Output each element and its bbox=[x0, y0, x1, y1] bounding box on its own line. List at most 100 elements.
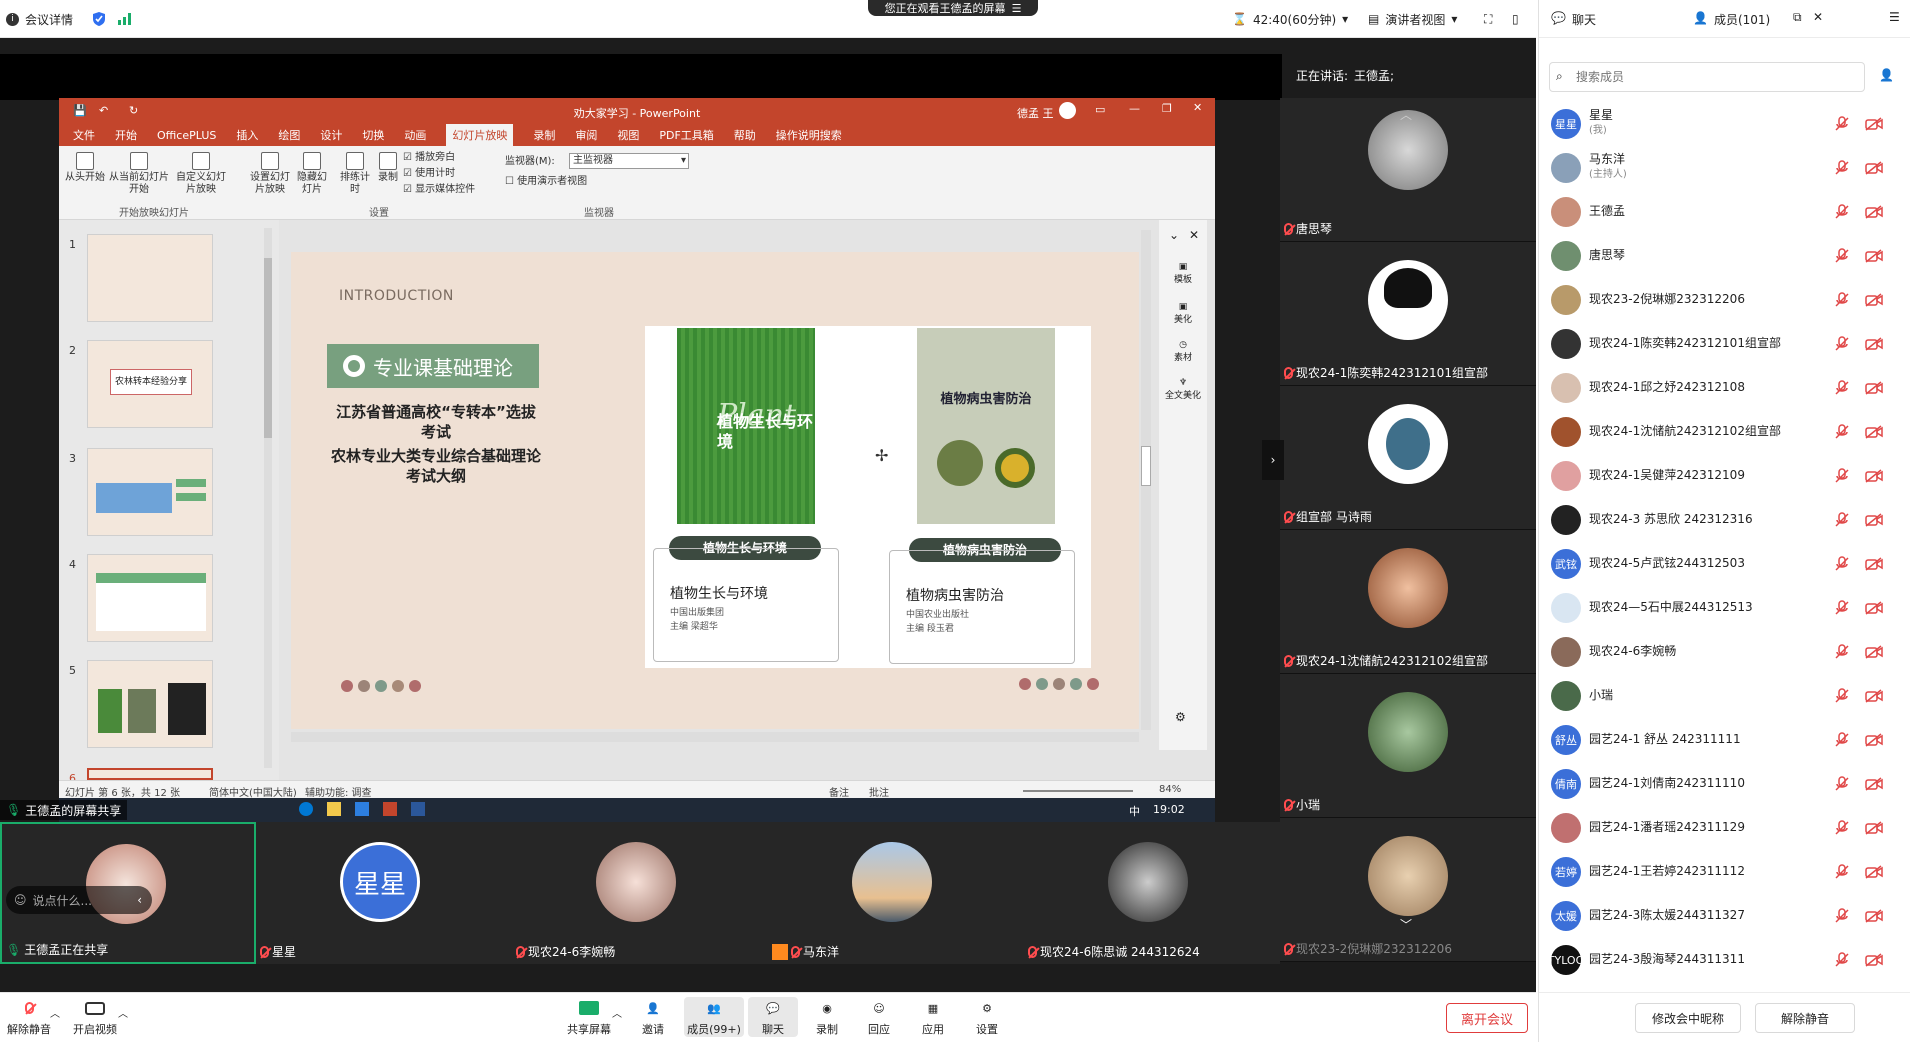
slide-thumbnail-2[interactable]: 农林转本经验分享 bbox=[87, 340, 213, 428]
chat-input[interactable]: ☺ 说点什么... ‹ bbox=[6, 886, 152, 914]
record-button[interactable]: ◉ 录制 bbox=[802, 997, 852, 1037]
mic-off-icon[interactable] bbox=[1835, 776, 1849, 792]
mic-off-icon[interactable] bbox=[1835, 732, 1849, 748]
video-tile[interactable]: 现农24-6陈思诚 244312624 bbox=[1024, 822, 1280, 964]
mic-off-icon[interactable] bbox=[1835, 380, 1849, 396]
slide-thumbnail-5[interactable] bbox=[87, 660, 213, 748]
video-tile[interactable]: 组宣部 马诗雨 bbox=[1280, 386, 1536, 530]
member-row[interactable]: 现农24-1沈储航242312102组宣部 bbox=[1539, 410, 1910, 454]
mic-off-icon[interactable] bbox=[1835, 908, 1849, 924]
member-row[interactable]: 唐思琴 bbox=[1539, 234, 1910, 278]
cb-media[interactable]: ☑ 显示媒体控件 bbox=[403, 184, 475, 196]
camera-off-icon[interactable] bbox=[1865, 953, 1883, 967]
video-tile[interactable]: 现农24-1沈储航242312102组宣部 bbox=[1280, 530, 1536, 674]
zoom-level[interactable]: 84% bbox=[1159, 784, 1181, 795]
camera-off-icon[interactable] bbox=[1865, 777, 1883, 791]
mic-off-icon[interactable] bbox=[1835, 292, 1849, 308]
unmute-button[interactable]: 解除静音 bbox=[4, 997, 54, 1037]
chevron-right-icon[interactable]: › bbox=[1262, 440, 1284, 480]
member-row[interactable]: 马东洋 (主持人) bbox=[1539, 146, 1910, 190]
slide-thumbnail-4[interactable] bbox=[87, 554, 213, 642]
member-row[interactable]: 太媛 园艺24-3陈太媛244311327 bbox=[1539, 894, 1910, 938]
member-search[interactable]: ⌕ bbox=[1549, 62, 1865, 92]
language[interactable]: 简体中文(中国大陆) bbox=[209, 784, 297, 799]
tab-slideshow[interactable]: 幻灯片放映 bbox=[446, 124, 514, 146]
scrollbar-thumb[interactable] bbox=[1141, 446, 1151, 486]
member-row[interactable]: 现农24-1陈奕韩242312101组宣部 bbox=[1539, 322, 1910, 366]
cb-presenter-view[interactable]: ☐ 使用演示者视图 bbox=[505, 176, 587, 188]
mic-off-icon[interactable] bbox=[1835, 644, 1849, 660]
video-tile[interactable]: 星星 星星 bbox=[256, 822, 512, 964]
reactions-button[interactable]: ☺ 回应 bbox=[854, 997, 904, 1037]
settings-button[interactable]: ⚙ 设置 bbox=[962, 997, 1012, 1037]
tab-animations[interactable]: 动画 bbox=[404, 127, 426, 143]
member-row[interactable]: 若婷 园艺24-1王若婷242311112 bbox=[1539, 850, 1910, 894]
rehearse-button[interactable]: 排练计时 bbox=[337, 152, 373, 196]
tab-review[interactable]: 审阅 bbox=[575, 127, 597, 143]
mic-off-icon[interactable] bbox=[1835, 556, 1849, 572]
camera-off-icon[interactable] bbox=[1865, 205, 1883, 219]
tab-record[interactable]: 录制 bbox=[533, 127, 555, 143]
camera-off-icon[interactable] bbox=[1865, 249, 1883, 263]
camera-off-icon[interactable] bbox=[1865, 381, 1883, 395]
tab-members[interactable]: 👤 成员(101) bbox=[1693, 11, 1770, 28]
video-tile[interactable]: 小瑞 bbox=[1280, 674, 1536, 818]
chevron-down-icon[interactable]: ﹀ bbox=[1400, 916, 1412, 933]
mic-off-icon[interactable] bbox=[1835, 248, 1849, 264]
sidebar-toggle-icon[interactable]: ▯ bbox=[1512, 0, 1519, 38]
camera-off-icon[interactable] bbox=[1865, 909, 1883, 923]
member-row[interactable]: 现农24-3 苏思欣 242312316 bbox=[1539, 498, 1910, 542]
camera-off-icon[interactable] bbox=[1865, 469, 1883, 483]
mic-off-icon[interactable] bbox=[1835, 864, 1849, 880]
slide-scrollbar[interactable] bbox=[1141, 230, 1151, 730]
tab-design[interactable]: 设计 bbox=[320, 127, 342, 143]
member-row[interactable]: 现农24—5石中展244312513 bbox=[1539, 586, 1910, 630]
chevron-down-icon[interactable]: ⌄ bbox=[1169, 228, 1179, 242]
slide-thumbnail-3[interactable] bbox=[87, 448, 213, 536]
mic-off-icon[interactable] bbox=[1835, 820, 1849, 836]
security-shield-icon[interactable] bbox=[92, 0, 106, 38]
camera-off-icon[interactable] bbox=[1865, 865, 1883, 879]
mic-off-icon[interactable] bbox=[1835, 160, 1849, 176]
panel-beautify[interactable]: ▣ 美化 bbox=[1165, 302, 1201, 325]
video-tile[interactable]: 现农24-6李婉畅 bbox=[512, 822, 768, 964]
member-row[interactable]: 舒丛 园艺24-1 舒丛 242311111 bbox=[1539, 718, 1910, 762]
member-row[interactable]: 园艺24-1潘者瑶242311129 bbox=[1539, 806, 1910, 850]
video-tile[interactable]: 现农23-2倪琳娜232312206 bbox=[1280, 818, 1536, 962]
members-button[interactable]: 👥 成员(99+) bbox=[684, 997, 744, 1037]
tab-home[interactable]: 开始 bbox=[115, 127, 137, 143]
slide-thumbnail-6[interactable] bbox=[87, 768, 213, 780]
chevron-up-icon[interactable]: ︿ bbox=[118, 1005, 128, 1020]
rename-button[interactable]: 修改会中昵称 bbox=[1635, 1003, 1741, 1033]
slide-thumbnail-1[interactable] bbox=[87, 234, 213, 322]
camera-off-icon[interactable] bbox=[1865, 645, 1883, 659]
member-search-input[interactable] bbox=[1576, 68, 1856, 86]
tab-draw[interactable]: 绘图 bbox=[278, 127, 300, 143]
member-row[interactable]: 星星 星星 (我) bbox=[1539, 102, 1910, 146]
from-current-button[interactable]: 从当前幻灯片开始 bbox=[109, 152, 169, 196]
member-row[interactable]: 小瑞 bbox=[1539, 674, 1910, 718]
setup-show-button[interactable]: 设置幻灯片放映 bbox=[247, 152, 293, 196]
close-icon[interactable]: ✕ bbox=[1813, 10, 1823, 24]
tab-pdf-tools[interactable]: PDF工具箱 bbox=[659, 127, 713, 143]
chat-button[interactable]: 💬 聊天 bbox=[748, 997, 798, 1037]
scrollbar-thumb[interactable] bbox=[264, 258, 272, 438]
zoom-slider[interactable] bbox=[1023, 790, 1133, 792]
mic-off-icon[interactable] bbox=[1835, 600, 1849, 616]
accessibility[interactable]: 辅助功能: 调查 bbox=[305, 784, 372, 799]
slide-hscrollbar[interactable] bbox=[291, 732, 1139, 742]
camera-off-icon[interactable] bbox=[1865, 425, 1883, 439]
ribbon-display-icon[interactable]: ▭ bbox=[1095, 103, 1105, 116]
minimize-icon[interactable]: — bbox=[1129, 102, 1140, 115]
video-tile-active[interactable]: ☺ 说点什么... ‹ 🎙 王德孟正在共享 bbox=[0, 822, 256, 964]
member-row[interactable]: TYLOO 园艺24-3殷海琴244311311 bbox=[1539, 938, 1910, 982]
mic-off-icon[interactable] bbox=[1835, 116, 1849, 132]
cb-timing[interactable]: ☑ 使用计时 bbox=[403, 168, 455, 180]
leave-meeting-button[interactable]: 离开会议 bbox=[1446, 1003, 1528, 1033]
chevron-up-icon[interactable]: ︿ bbox=[50, 1005, 60, 1020]
video-tile[interactable]: 马东洋 bbox=[768, 822, 1024, 964]
mic-off-icon[interactable] bbox=[1835, 688, 1849, 704]
panel-full-beautify[interactable]: ♆ 全文美化 bbox=[1165, 378, 1201, 401]
mic-off-icon[interactable] bbox=[1835, 468, 1849, 484]
member-row[interactable]: 现农24-1邱之妤242312108 bbox=[1539, 366, 1910, 410]
